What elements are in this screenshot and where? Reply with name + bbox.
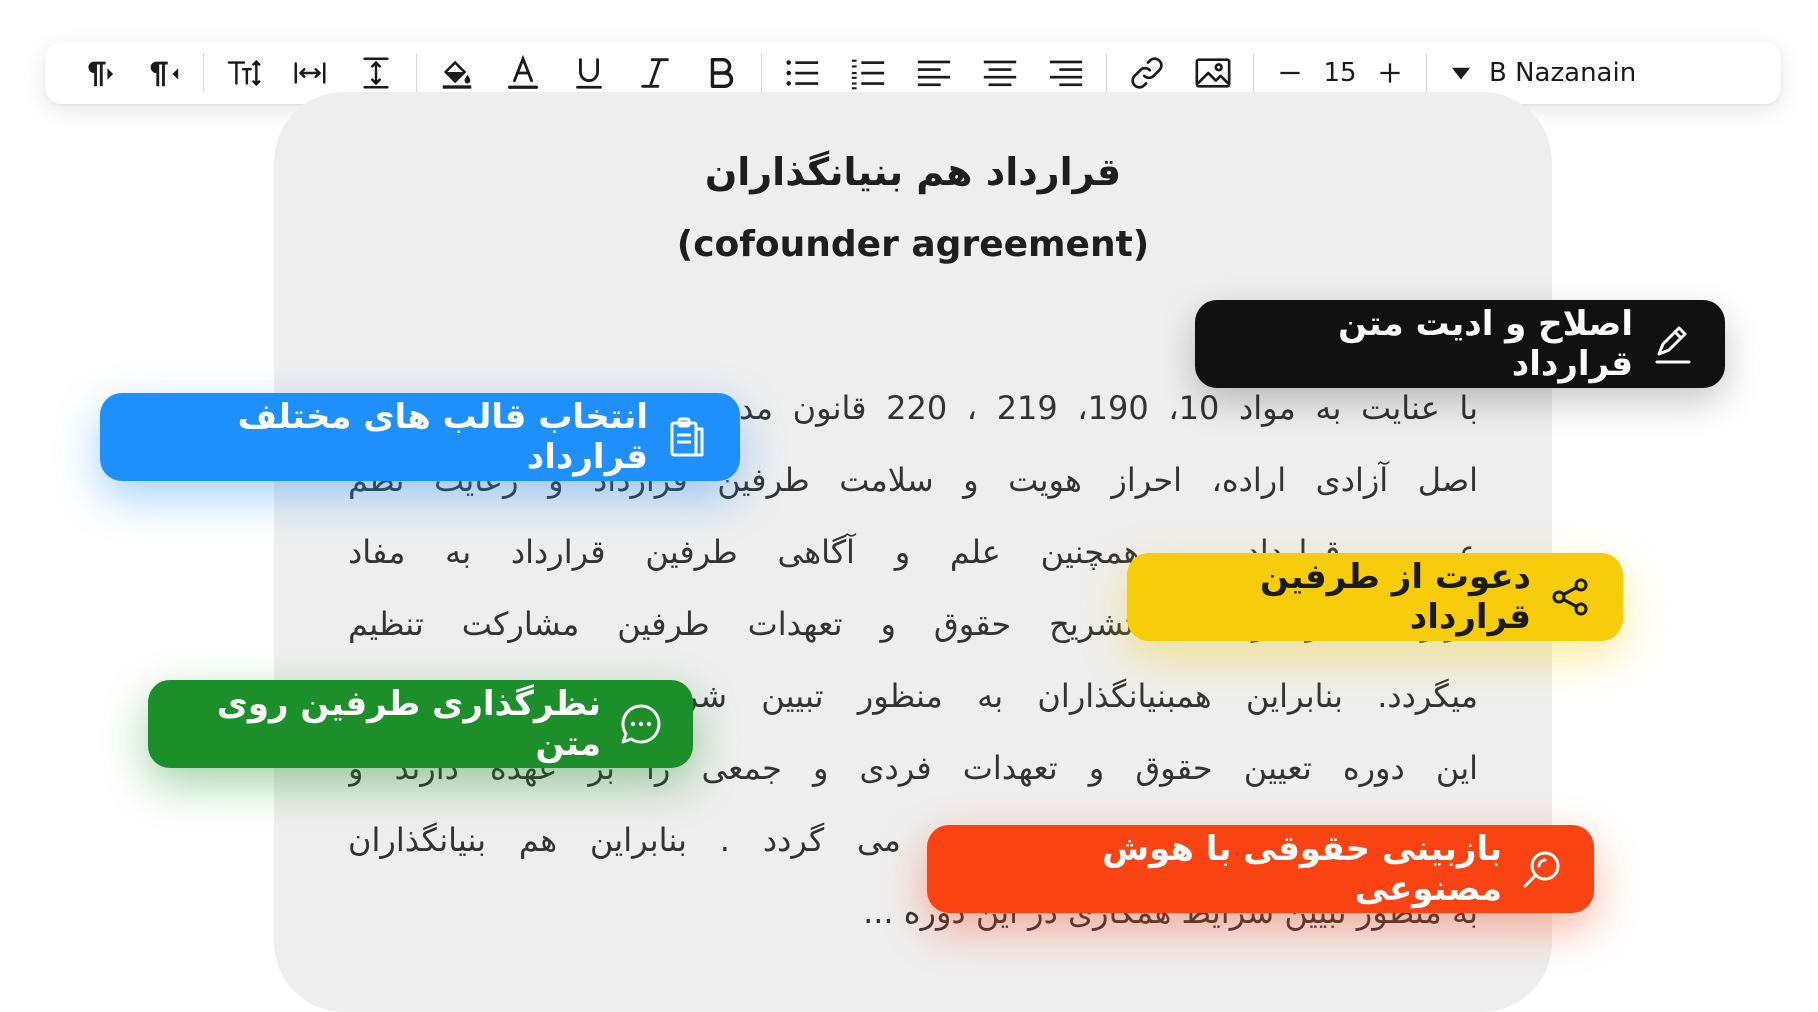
- select-template-label: انتخاب قالب های مختلف قرارداد: [237, 397, 648, 477]
- ai-legal-review-label: بازبینی حقوقی با هوش مصنوعی: [1102, 829, 1502, 909]
- paragraph-ltr-icon: [88, 61, 114, 87]
- pencil-icon: [1655, 326, 1691, 364]
- comment-badge[interactable]: نظرگذاری طرفین روی متن: [148, 680, 693, 768]
- bold-button[interactable]: [689, 49, 753, 97]
- invite-parties-label: دعوت از طرفین قرارداد: [1260, 557, 1531, 637]
- align-center-button[interactable]: [968, 49, 1032, 97]
- text-color-button[interactable]: [491, 49, 555, 97]
- bullet-list-icon: [786, 60, 819, 86]
- paragraph-rtl-icon: [150, 61, 179, 87]
- line-height-icon: [363, 57, 389, 89]
- toolbar-divider: [203, 54, 204, 92]
- fill-color-button[interactable]: [425, 49, 489, 97]
- text-color-icon: [508, 54, 538, 89]
- select-template-badge[interactable]: انتخاب قالب های مختلف قرارداد: [100, 393, 740, 481]
- underline-icon: [576, 58, 602, 89]
- plus-icon: [1380, 63, 1400, 83]
- italic-icon: [641, 58, 669, 88]
- fill-color-icon: [442, 60, 472, 89]
- text-size-icon: [227, 59, 261, 87]
- font-family-select[interactable]: B Nazanain: [1435, 58, 1636, 88]
- bullet-list-button[interactable]: [770, 49, 834, 97]
- comment-icon: [621, 704, 661, 744]
- text-size-button[interactable]: [212, 49, 276, 97]
- font-dropdown-button[interactable]: [1447, 59, 1475, 87]
- letter-spacing-button[interactable]: [278, 49, 342, 97]
- document-title: قرارداد هم بنیانگذاران: [704, 150, 1122, 194]
- numbered-list-button[interactable]: [836, 49, 900, 97]
- link-button[interactable]: [1115, 49, 1179, 97]
- decrease-size-button[interactable]: [1270, 53, 1310, 93]
- line-height-button[interactable]: [344, 49, 408, 97]
- italic-button[interactable]: [623, 49, 687, 97]
- search-review-icon: [1523, 851, 1560, 888]
- underline-button[interactable]: [557, 49, 621, 97]
- letter-spacing-icon: [294, 62, 326, 84]
- font-family-value: B Nazanain: [1489, 58, 1637, 88]
- clipboard-icon: [670, 417, 704, 457]
- align-right-icon: [1049, 60, 1083, 87]
- toolbar-divider: [1253, 54, 1254, 92]
- paragraph-rtl-button[interactable]: [131, 49, 195, 97]
- invite-parties-badge[interactable]: دعوت از طرفین قرارداد: [1127, 553, 1623, 641]
- minus-icon: [1280, 71, 1300, 75]
- font-size-stepper: 15: [1262, 53, 1418, 93]
- increase-size-button[interactable]: [1370, 53, 1410, 93]
- document-subtitle: (cofounder agreement): [676, 224, 1150, 265]
- toolbar-divider: [1426, 54, 1427, 92]
- ai-legal-review-badge[interactable]: بازبینی حقوقی با هوش مصنوعی: [927, 825, 1594, 913]
- align-center-icon: [983, 60, 1017, 87]
- link-icon: [1131, 57, 1163, 89]
- toolbar-divider: [761, 54, 762, 92]
- comment-label: نظرگذاری طرفین روی متن: [216, 684, 601, 764]
- image-button[interactable]: [1181, 49, 1245, 97]
- edit-contract-label: اصلاح و ادیت متن قرارداد: [1338, 304, 1633, 384]
- edit-contract-badge[interactable]: اصلاح و ادیت متن قرارداد: [1195, 300, 1725, 388]
- numbered-list-icon: [851, 59, 885, 90]
- align-left-button[interactable]: [902, 49, 966, 97]
- align-right-button[interactable]: [1034, 49, 1098, 97]
- paragraph-ltr-button[interactable]: [65, 49, 129, 97]
- toolbar-divider: [1106, 54, 1107, 92]
- caret-down-icon: [1451, 67, 1471, 80]
- align-left-icon: [917, 60, 951, 87]
- bold-icon: [710, 57, 734, 89]
- share-icon: [1552, 578, 1588, 616]
- toolbar-divider: [416, 54, 417, 92]
- image-icon: [1195, 58, 1231, 88]
- font-size-value[interactable]: 15: [1320, 58, 1360, 88]
